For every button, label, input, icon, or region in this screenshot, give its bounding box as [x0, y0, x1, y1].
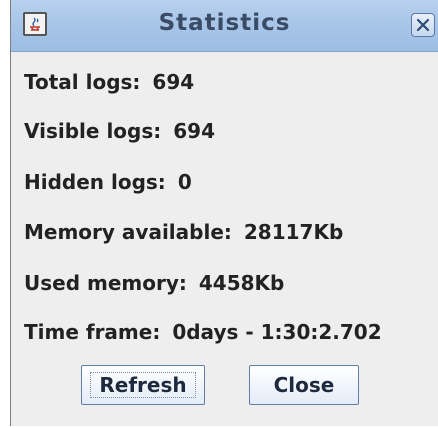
visible-logs-row: Visible logs: 694 — [24, 119, 215, 143]
hidden-logs-value: 0 — [177, 170, 192, 194]
refresh-button-label: Refresh — [99, 373, 187, 397]
visible-logs-value: 694 — [173, 119, 216, 143]
close-icon[interactable] — [411, 13, 435, 37]
hidden-logs-row: Hidden logs: 0 — [24, 170, 192, 194]
time-frame-row: Time frame: 0days - 1:30:2.702 — [24, 320, 382, 344]
time-frame-value: 0days - 1:30:2.702 — [172, 320, 382, 344]
close-button-label: Close — [273, 373, 335, 397]
time-frame-label: Time frame: — [24, 320, 161, 344]
refresh-button[interactable]: Refresh — [81, 365, 205, 405]
memory-available-row: Memory available: 28117Kb — [24, 220, 343, 244]
window-title: Statistics — [158, 10, 291, 36]
memory-available-label: Memory available: — [24, 220, 232, 244]
total-logs-row: Total logs: 694 — [24, 70, 194, 94]
close-button[interactable]: Close — [249, 365, 359, 405]
used-memory-row: Used memory: 4458Kb — [24, 271, 284, 295]
screen-background: Statistics Total logs: 694 Visible logs: 6… — [0, 0, 438, 428]
hidden-logs-label: Hidden logs: — [24, 170, 166, 194]
title-bar[interactable]: Statistics — [11, 0, 438, 52]
used-memory-label: Used memory: — [24, 271, 187, 295]
memory-available-value: 28117Kb — [243, 220, 344, 244]
total-logs-label: Total logs: — [24, 70, 141, 94]
statistics-dialog: Statistics Total logs: 694 Visible logs: 6… — [10, 0, 438, 426]
total-logs-value: 694 — [152, 70, 195, 94]
visible-logs-label: Visible logs: — [24, 119, 162, 143]
used-memory-value: 4458Kb — [198, 271, 285, 295]
